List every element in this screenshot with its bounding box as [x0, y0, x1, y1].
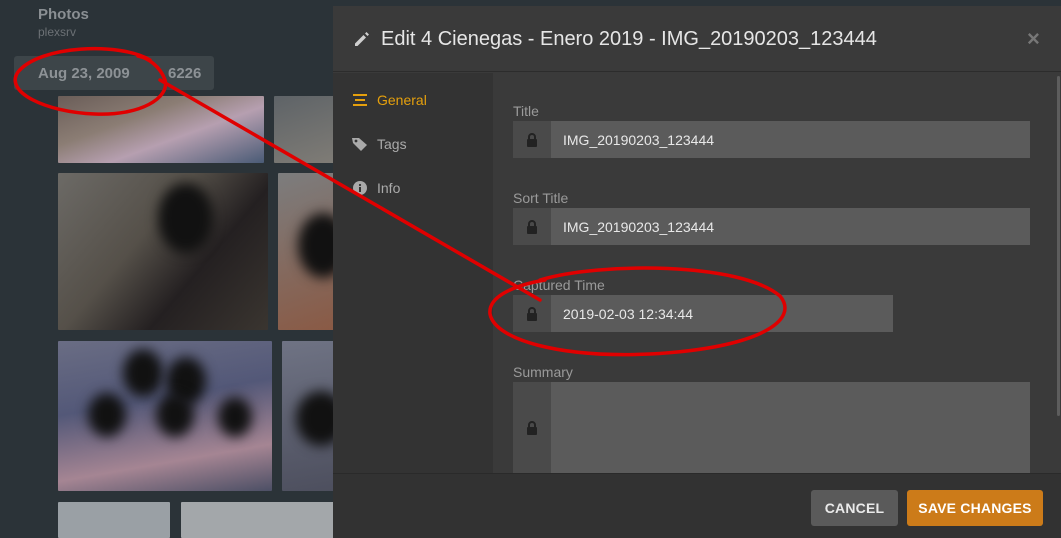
summary-label: Summary — [513, 364, 573, 380]
pencil-icon — [355, 32, 369, 46]
edit-photo-modal: Edit 4 Cienegas - Enero 2019 - IMG_20190… — [333, 6, 1061, 538]
photo-thumbnail[interactable] — [181, 502, 334, 538]
scrollbar-thumb[interactable] — [1057, 76, 1060, 416]
library-header: Photos plexsrv — [38, 6, 89, 39]
sort-title-label: Sort Title — [513, 190, 569, 206]
photo-thumbnail[interactable] — [274, 96, 334, 163]
summary-textarea[interactable] — [551, 382, 1030, 473]
tab-tags[interactable]: Tags — [351, 133, 407, 155]
sort-title-input[interactable]: IMG_20190203_123444 — [551, 208, 1030, 245]
title-label: Title — [513, 103, 539, 119]
lock-icon[interactable] — [513, 121, 551, 158]
info-icon — [351, 181, 369, 195]
tab-info-label: Info — [377, 180, 401, 196]
title-input[interactable]: IMG_20190203_123444 — [551, 121, 1030, 158]
lock-icon[interactable] — [513, 208, 551, 245]
date-group-count: 6226 — [168, 65, 202, 82]
modal-title: Edit 4 Cienegas - Enero 2019 - IMG_20190… — [381, 28, 877, 50]
tag-icon — [351, 137, 369, 151]
tab-general[interactable]: General — [351, 89, 427, 111]
close-icon[interactable]: × — [1027, 26, 1040, 52]
photo-thumbnail[interactable] — [278, 173, 334, 330]
library-title[interactable]: Photos — [38, 6, 89, 23]
photo-thumbnail[interactable] — [58, 96, 264, 163]
photo-thumbnail[interactable] — [58, 341, 272, 491]
tab-general-label: General — [377, 92, 427, 108]
photo-thumbnail[interactable] — [58, 502, 170, 538]
tab-info[interactable]: Info — [351, 177, 400, 199]
date-group-label: Aug 23, 2009 — [38, 65, 130, 82]
modal-sidebar: General Tags Info — [333, 73, 493, 473]
list-icon — [351, 94, 369, 106]
lock-icon[interactable] — [513, 382, 551, 473]
modal-footer: CANCEL SAVE CHANGES — [333, 473, 1061, 538]
general-form: Title IMG_20190203_123444 Sort Title IMG… — [493, 73, 1061, 473]
save-changes-button[interactable]: SAVE CHANGES — [907, 490, 1043, 526]
cancel-button[interactable]: CANCEL — [811, 490, 898, 526]
tab-tags-label: Tags — [377, 136, 407, 152]
captured-time-label: Captured Time — [513, 277, 605, 293]
captured-time-input[interactable]: 2019-02-03 12:34:44 — [551, 295, 893, 332]
photo-thumbnail[interactable] — [282, 341, 334, 491]
lock-icon[interactable] — [513, 295, 551, 332]
modal-header: Edit 4 Cienegas - Enero 2019 - IMG_20190… — [333, 6, 1061, 72]
photo-thumbnail[interactable] — [58, 173, 268, 330]
server-name: plexsrv — [38, 25, 77, 39]
